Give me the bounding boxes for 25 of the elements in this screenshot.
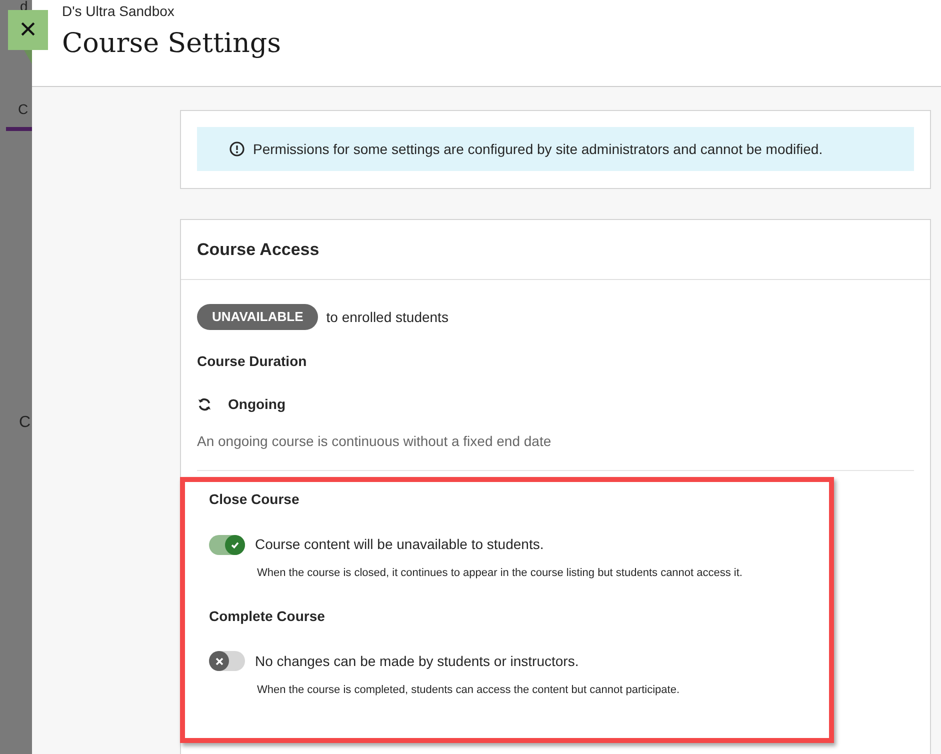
field-label: Course Duration — [197, 352, 308, 371]
help-text: When the course is completed, students can access the content but cannot participate. — [257, 682, 681, 698]
info-icon — [229, 141, 245, 157]
check-icon — [230, 540, 240, 550]
close-button[interactable]: × — [8, 10, 48, 50]
page-title: Course Settings — [62, 27, 282, 61]
duration-description: An ongoing course is continuous without a fixed end date — [197, 432, 552, 451]
notice-text: Permissions for some settings are configured by site administrators and cannot be modified. — [253, 140, 823, 159]
fold-icon — [24, 50, 32, 64]
duration-value: Ongoing — [228, 395, 286, 414]
toggle-label: Course content will be unavailable to students. — [255, 535, 544, 554]
availability-text: to enrolled students — [326, 308, 448, 326]
background-text: C — [19, 413, 31, 433]
refresh-icon — [197, 397, 212, 412]
availability-badge[interactable]: UNAVAILABLE — [197, 304, 318, 330]
background-tab-label: C — [18, 100, 28, 119]
toggle-label: No changes can be made by students or instructors. — [255, 652, 579, 671]
setting-label: Complete Course — [209, 606, 326, 626]
x-icon — [214, 656, 224, 666]
toggle-switch[interactable] — [209, 534, 245, 554]
section-title: Course Access — [197, 238, 320, 261]
toggle-switch[interactable] — [209, 651, 245, 671]
help-text: When the course is closed, it continues to appear in the course listing but students cannot access it. — [257, 566, 744, 581]
setting-label: Close Course — [209, 490, 300, 509]
course-name: D's Ultra Sandbox — [62, 2, 176, 21]
